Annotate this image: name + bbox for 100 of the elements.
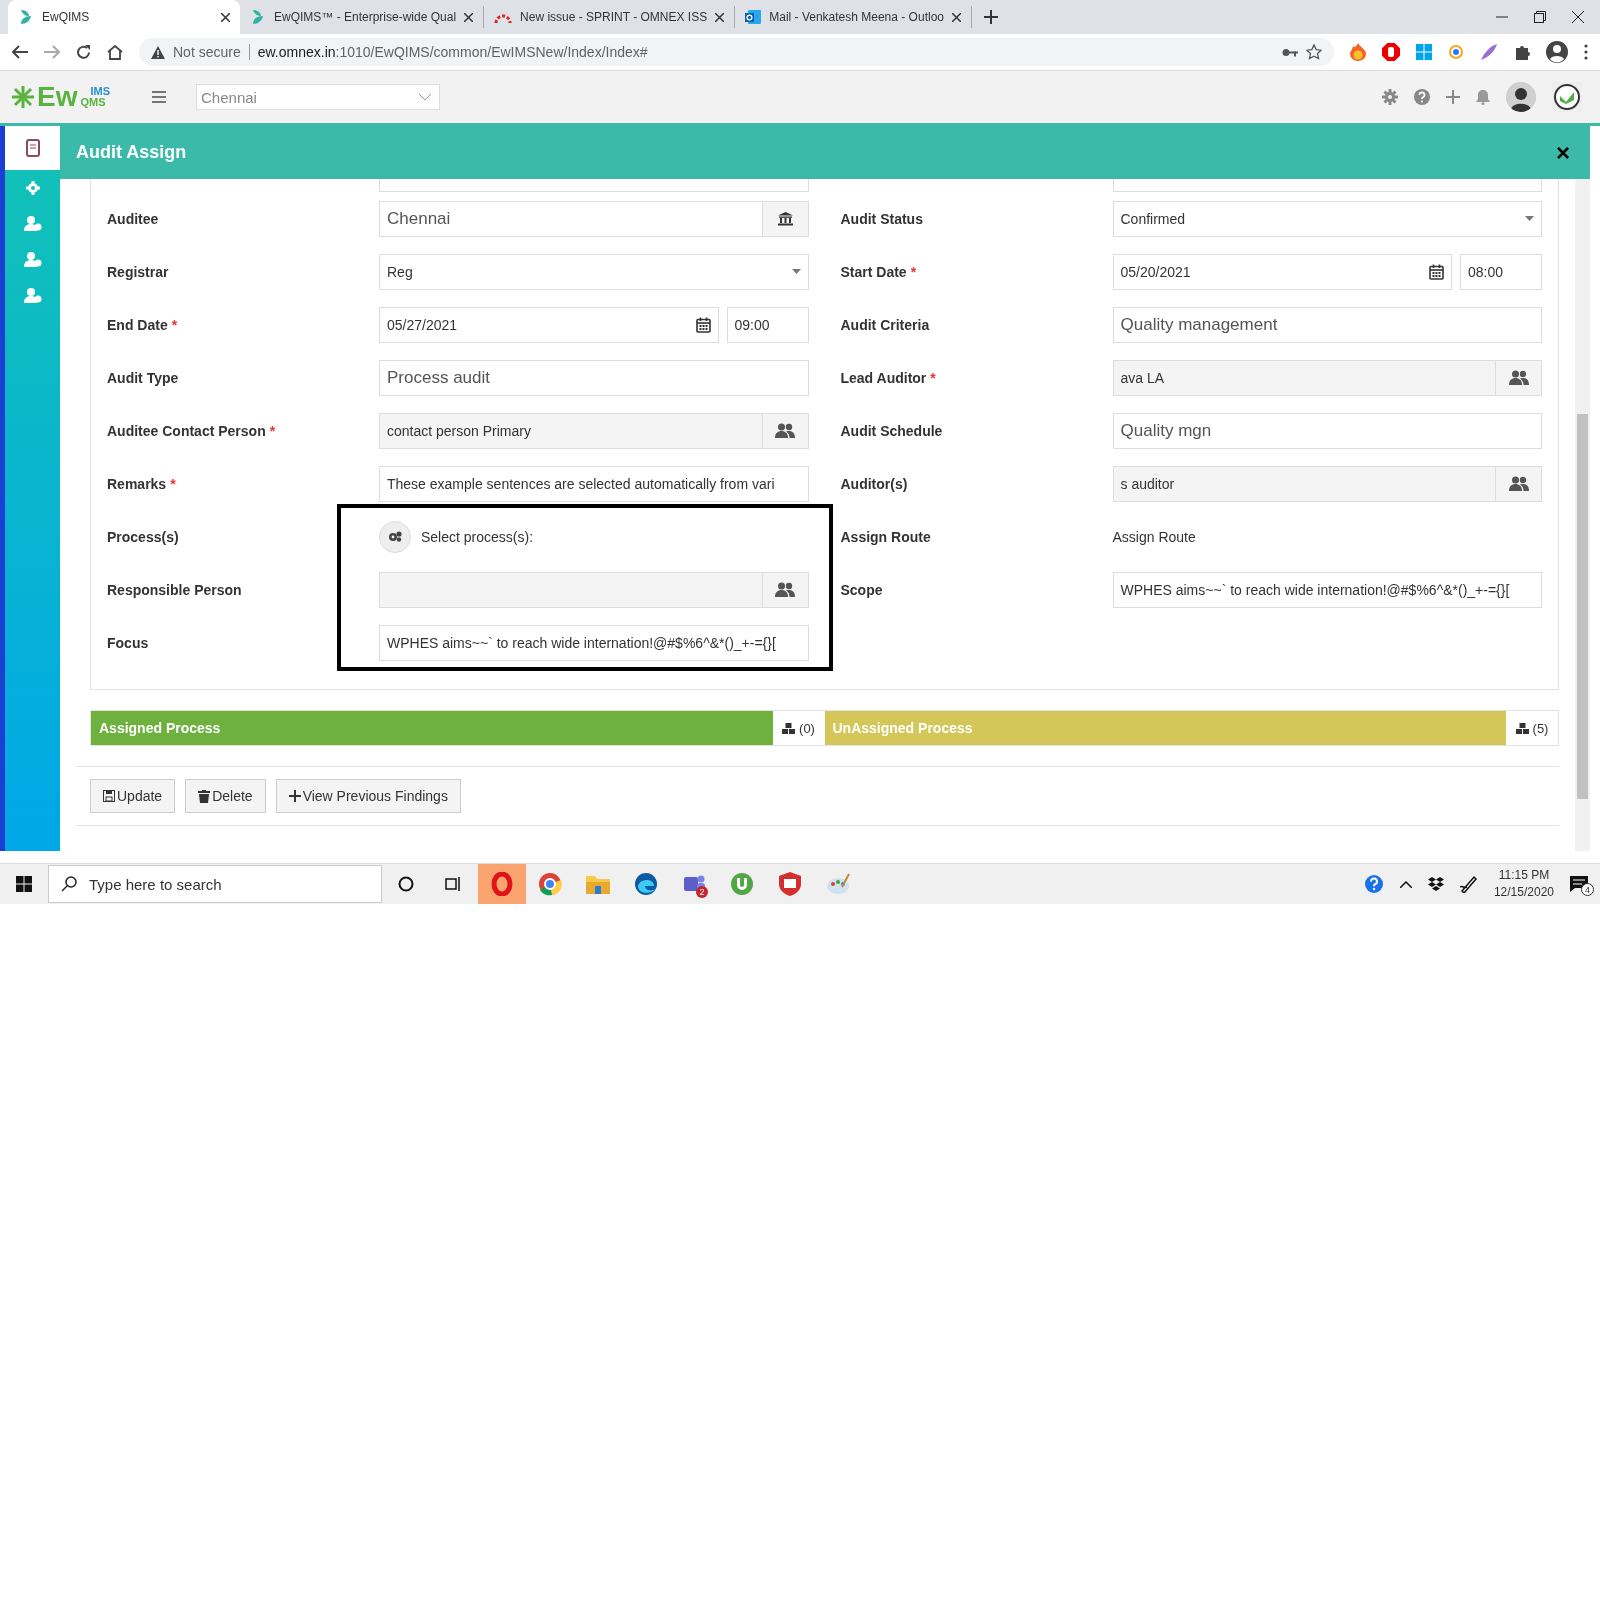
star-icon[interactable] xyxy=(1306,44,1322,60)
settings-icon[interactable] xyxy=(1382,89,1398,105)
key-icon[interactable] xyxy=(1282,47,1298,57)
close-icon[interactable] xyxy=(221,12,230,22)
pen-icon[interactable] xyxy=(1459,875,1478,893)
required-mark: * xyxy=(171,316,178,333)
logo-badge-icon[interactable] xyxy=(1552,82,1582,112)
plus-icon[interactable] xyxy=(1446,90,1460,104)
warning-icon xyxy=(151,45,165,59)
browser-tab[interactable]: New issue - SPRINT - OMNEX ISS xyxy=(484,6,736,28)
field-label: End Date xyxy=(107,316,168,333)
input-field[interactable]: These example sentences are selected automatically from vari xyxy=(379,465,809,502)
group-gear-icon xyxy=(22,214,43,234)
select-field[interactable]: Reg xyxy=(379,253,809,290)
people-lookup-button[interactable] xyxy=(1496,359,1542,396)
people-icon xyxy=(1508,475,1529,492)
close-button[interactable]: × xyxy=(1550,137,1576,168)
browser-icon[interactable] xyxy=(538,872,562,896)
action-button[interactable]: View Previous Findings xyxy=(275,779,461,813)
taskbar-search-field[interactable]: Type here to search xyxy=(48,865,382,903)
input-field[interactable]: WPHES aims~~` to reach wide internation!@#$%6^&*()_+-={}[ xyxy=(1112,571,1542,608)
time-field[interactable]: 09:00 xyxy=(726,306,809,343)
close-icon[interactable] xyxy=(1572,11,1584,23)
reload-icon[interactable] xyxy=(76,44,91,60)
date-field[interactable]: 05/20/2021 xyxy=(1112,253,1452,290)
time-field[interactable]: 08:00 xyxy=(1460,253,1542,290)
browser-tab[interactable]: Mail - Venkatesh Meena - Outloo xyxy=(735,6,972,28)
text-field[interactable]: Quality mgn xyxy=(1112,412,1542,449)
avatar-icon[interactable] xyxy=(1506,82,1536,112)
box-icon[interactable] xyxy=(1427,877,1444,891)
close-icon[interactable] xyxy=(464,12,474,22)
paint-palette-icon[interactable] xyxy=(826,873,850,895)
field-label: Auditee xyxy=(107,210,159,227)
folder-icon[interactable] xyxy=(586,874,610,894)
new-tab-icon[interactable] xyxy=(984,10,998,24)
lookup-field[interactable]: ava LA xyxy=(1112,359,1496,396)
ring-icon[interactable] xyxy=(1448,44,1464,60)
puzzle-icon[interactable] xyxy=(1514,44,1530,60)
bell-icon[interactable] xyxy=(1476,89,1490,105)
input-field[interactable] xyxy=(1112,179,1542,192)
torrent-icon[interactable] xyxy=(730,872,754,896)
home-icon[interactable] xyxy=(107,44,123,60)
stop-hand-icon[interactable] xyxy=(1382,43,1400,61)
circle-icon[interactable] xyxy=(398,876,414,892)
people-icon xyxy=(1508,369,1529,386)
restore-icon[interactable] xyxy=(1534,11,1546,23)
field-label: Focus xyxy=(107,634,149,651)
menu-icon[interactable] xyxy=(152,91,167,103)
profile-icon[interactable] xyxy=(1546,41,1568,63)
text-field[interactable]: Process audit xyxy=(379,359,809,396)
lookup-field[interactable] xyxy=(379,571,763,608)
auditee-field[interactable]: Chennai xyxy=(379,200,763,237)
shield-icon[interactable] xyxy=(779,872,801,896)
input-field[interactable] xyxy=(379,179,809,192)
help-icon[interactable] xyxy=(1414,89,1430,105)
field-label: Registrar xyxy=(107,263,169,280)
address-bar[interactable]: Not secure ew.omnex.in:1010/EwQIMS/common/EwIMSNew/Index/Index# xyxy=(139,38,1334,66)
people-lookup-button[interactable] xyxy=(1496,465,1542,502)
gears-icon xyxy=(388,531,402,542)
windows-start-icon[interactable] xyxy=(16,876,32,892)
input-field[interactable]: WPHES aims~~` to reach wide internation!@#$%6^&*()_+-={}[ xyxy=(379,624,809,661)
back-arrow-icon[interactable] xyxy=(12,45,28,59)
task-view-icon[interactable] xyxy=(445,876,463,892)
help-icon[interactable] xyxy=(1363,874,1384,894)
notification-count: 4 xyxy=(1581,883,1594,896)
process-select-button[interactable] xyxy=(379,520,411,553)
field-label: Audit Status xyxy=(840,210,923,227)
location-dropdown[interactable]: Chennai xyxy=(196,84,441,110)
flame-face-icon[interactable] xyxy=(1350,43,1366,61)
chevron-up-icon[interactable] xyxy=(1399,880,1412,888)
browser-tab[interactable]: EwQIMS xyxy=(8,0,240,34)
date-field[interactable]: 05/27/2021 xyxy=(379,306,719,343)
sidebar-item[interactable] xyxy=(5,126,60,170)
required-mark: * xyxy=(269,422,276,439)
people-lookup-button[interactable] xyxy=(762,412,809,449)
site-lookup-button[interactable] xyxy=(762,200,809,237)
lookup-field[interactable]: contact person Primary xyxy=(379,412,763,449)
wave-icon[interactable] xyxy=(634,872,658,896)
field-label: Remarks xyxy=(107,475,167,492)
more-icon[interactable] xyxy=(1584,44,1588,60)
select-field[interactable]: Confirmed xyxy=(1112,200,1542,237)
caret-icon xyxy=(1525,216,1534,221)
feather-icon[interactable] xyxy=(1480,43,1498,61)
taskbar-clock[interactable]: 11:15 PM 12/15/2020 xyxy=(1493,867,1554,901)
action-button[interactable]: Delete xyxy=(185,779,266,813)
field-label: Assign Route xyxy=(840,528,931,545)
required-mark: * xyxy=(930,369,936,386)
action-button[interactable]: Update xyxy=(90,779,176,813)
lookup-field[interactable]: s auditor xyxy=(1112,465,1496,502)
ring-icon[interactable] xyxy=(491,872,513,896)
asterisk-icon xyxy=(12,86,34,108)
calendar-icon[interactable] xyxy=(1429,263,1444,280)
text-field[interactable]: Quality management xyxy=(1112,306,1542,343)
people-lookup-button[interactable] xyxy=(762,571,809,608)
browser-tab[interactable]: EwQIMS™ - Enterprise-wide Qual xyxy=(240,6,485,28)
scrollbar[interactable] xyxy=(1575,179,1590,851)
calendar-icon[interactable] xyxy=(695,316,711,333)
close-icon[interactable] xyxy=(952,12,961,22)
field-label: Start Date xyxy=(840,263,907,280)
close-icon[interactable] xyxy=(715,12,725,22)
